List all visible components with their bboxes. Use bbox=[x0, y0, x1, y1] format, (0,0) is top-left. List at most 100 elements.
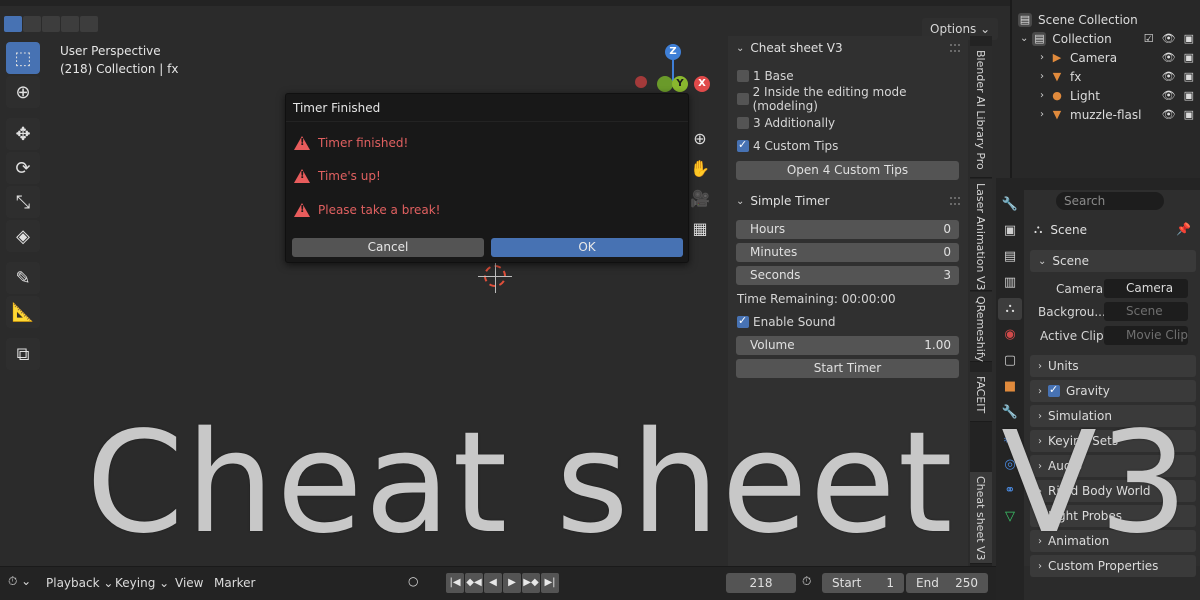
cheatsheet-option-custom-tips[interactable]: 4 Custom Tips bbox=[737, 137, 838, 155]
annotate-tool-icon[interactable]: ✎ bbox=[6, 262, 40, 294]
checkbox-checked-icon[interactable] bbox=[1048, 383, 1060, 397]
menu-playback[interactable]: Playback ⌄ bbox=[46, 576, 113, 590]
enable-sound-toggle[interactable]: Enable Sound bbox=[737, 313, 835, 331]
render-tab-icon[interactable]: ▣ bbox=[998, 220, 1022, 242]
render-camera-icon[interactable]: ▣ bbox=[1184, 89, 1194, 102]
tab-laser-animation[interactable]: Laser Animation V3 bbox=[970, 179, 992, 291]
checkbox-icon[interactable] bbox=[737, 117, 749, 129]
zoom-icon[interactable]: ⊕ bbox=[688, 126, 712, 152]
checkbox-icon[interactable] bbox=[737, 93, 749, 105]
rotate-tool-icon[interactable]: ⟳ bbox=[6, 152, 40, 184]
stopwatch-icon[interactable]: ⏱ bbox=[802, 574, 811, 589]
select-invert-icon[interactable] bbox=[61, 16, 79, 32]
end-frame-field[interactable]: End 250 bbox=[906, 573, 988, 593]
jump-start-icon[interactable]: |◀ bbox=[446, 573, 464, 593]
active-clip-label: Active Clip bbox=[1040, 329, 1104, 343]
select-intersect-icon[interactable] bbox=[80, 16, 98, 32]
collection-tab-icon[interactable]: ▢ bbox=[998, 350, 1022, 372]
render-camera-icon[interactable]: ▣ bbox=[1184, 108, 1194, 121]
volume-field[interactable]: Volume 1.00 bbox=[736, 336, 959, 355]
gizmo-z-axis[interactable]: Z bbox=[665, 44, 681, 60]
eye-icon[interactable]: 👁 bbox=[1162, 32, 1176, 45]
drag-handle-icon[interactable] bbox=[950, 44, 960, 52]
seconds-field[interactable]: Seconds 3 bbox=[736, 266, 959, 285]
checkbox-checked-icon[interactable] bbox=[737, 138, 749, 152]
tool-tab-icon[interactable]: 🔧 bbox=[998, 194, 1022, 216]
pan-hand-icon[interactable]: ✋ bbox=[688, 156, 712, 182]
select-extend-icon[interactable] bbox=[23, 16, 41, 32]
output-tab-icon[interactable]: ▤ bbox=[998, 246, 1022, 268]
gizmo-neg-x-axis[interactable] bbox=[657, 76, 673, 92]
select-box-icon[interactable] bbox=[4, 16, 22, 32]
start-frame-field[interactable]: Start 1 bbox=[822, 573, 904, 593]
grid-ortho-icon[interactable]: ▦ bbox=[688, 216, 712, 242]
camera-view-icon[interactable]: 🎥 bbox=[688, 186, 712, 212]
measure-tool-icon[interactable]: 📐 bbox=[6, 296, 40, 328]
camera-field[interactable]: Camera bbox=[1104, 279, 1188, 298]
prev-keyframe-icon[interactable]: ◆◀ bbox=[465, 573, 483, 593]
cheatsheet-panel-header[interactable]: ⌄ Cheat sheet V3 bbox=[736, 38, 843, 58]
eye-icon[interactable]: 👁 bbox=[1162, 51, 1176, 64]
play-icon[interactable]: ▶ bbox=[503, 573, 521, 593]
add-cube-tool-icon[interactable]: ⧉ bbox=[6, 338, 40, 370]
transform-tool-icon[interactable]: ◈ bbox=[6, 220, 40, 252]
outliner-item-camera[interactable]: › ▶ Camera 👁 ▣ bbox=[1012, 48, 1200, 67]
gizmo-neg-y-axis[interactable] bbox=[635, 76, 647, 88]
menu-keying[interactable]: Keying ⌄ bbox=[115, 576, 169, 590]
cheatsheet-option-editing[interactable]: 2 Inside the editing mode (modeling) bbox=[737, 85, 968, 113]
tab-qremeshify[interactable]: QRemeshify bbox=[970, 292, 992, 362]
gizmo-x-axis[interactable]: X bbox=[694, 76, 710, 92]
record-icon[interactable]: ○ bbox=[408, 574, 418, 588]
outliner-item-fx[interactable]: › ▼ fx 👁 ▣ bbox=[1012, 67, 1200, 86]
outliner-item-muzzle-flash[interactable]: › ▼ muzzle-flasl 👁 ▣ bbox=[1012, 105, 1200, 124]
cheatsheet-option-additionally[interactable]: 3 Additionally bbox=[737, 114, 835, 132]
jump-end-icon[interactable]: ▶| bbox=[541, 573, 559, 593]
move-tool-icon[interactable]: ✥ bbox=[6, 118, 40, 150]
select-subtract-icon[interactable] bbox=[42, 16, 60, 32]
outliner-scene-collection[interactable]: ▤ Scene Collection bbox=[1012, 10, 1200, 29]
render-camera-icon[interactable]: ▣ bbox=[1184, 70, 1194, 83]
eye-icon[interactable]: 👁 bbox=[1162, 108, 1176, 121]
section-units[interactable]: › Units bbox=[1030, 355, 1196, 377]
next-keyframe-icon[interactable]: ▶◆ bbox=[522, 573, 540, 593]
play-reverse-icon[interactable]: ◀ bbox=[484, 573, 502, 593]
ok-button[interactable]: OK bbox=[491, 238, 683, 257]
background-scene-field[interactable]: Scene bbox=[1104, 302, 1188, 321]
object-tab-icon[interactable]: ■ bbox=[998, 376, 1022, 398]
section-gravity[interactable]: ›Gravity bbox=[1030, 380, 1196, 402]
properties-search-input[interactable]: Search bbox=[1056, 192, 1164, 210]
drag-handle-icon[interactable] bbox=[950, 197, 960, 205]
outliner-collection[interactable]: ⌄ ▤ Collection ☑ 👁 ▣ bbox=[1012, 29, 1200, 48]
cursor-tool-icon[interactable]: ⊕ bbox=[6, 76, 40, 108]
outliner-item-light[interactable]: › ● Light 👁 ▣ bbox=[1012, 86, 1200, 105]
cancel-button[interactable]: Cancel bbox=[292, 238, 484, 257]
timeline-editor-icon[interactable]: ⏱ ⌄ bbox=[8, 574, 31, 589]
view-layer-tab-icon[interactable]: ▥ bbox=[998, 272, 1022, 294]
tab-blender-ai-library-pro[interactable]: Blender AI Library Pro bbox=[970, 46, 992, 178]
checkbox-icon[interactable]: ☑ bbox=[1144, 32, 1154, 45]
start-timer-button[interactable]: Start Timer bbox=[736, 359, 959, 378]
pin-icon[interactable]: 📌 bbox=[1176, 222, 1191, 236]
simple-timer-panel-header[interactable]: ⌄ Simple Timer bbox=[736, 191, 829, 211]
menu-marker[interactable]: Marker bbox=[214, 576, 255, 590]
hours-field[interactable]: Hours 0 bbox=[736, 220, 959, 239]
eye-icon[interactable]: 👁 bbox=[1162, 89, 1176, 102]
scale-tool-icon[interactable]: ⤡ bbox=[6, 186, 40, 218]
select-tool-icon[interactable]: ⬚ bbox=[6, 42, 40, 74]
minutes-field[interactable]: Minutes 0 bbox=[736, 243, 959, 262]
checkbox-icon[interactable] bbox=[737, 70, 749, 82]
eye-icon[interactable]: 👁 bbox=[1162, 70, 1176, 83]
current-frame-field[interactable]: 218 bbox=[726, 573, 796, 593]
scene-tab-icon[interactable]: ⛬ bbox=[998, 298, 1022, 320]
cheatsheet-option-base[interactable]: 1 Base bbox=[737, 67, 794, 85]
section-scene[interactable]: ⌄ Scene bbox=[1030, 250, 1196, 272]
render-camera-icon[interactable]: ▣ bbox=[1184, 32, 1194, 45]
render-camera-icon[interactable]: ▣ bbox=[1184, 51, 1194, 64]
active-clip-field[interactable]: Movie Clip bbox=[1104, 326, 1188, 345]
warning-icon bbox=[294, 169, 310, 183]
menu-view[interactable]: View bbox=[175, 576, 203, 590]
gizmo-y-axis[interactable]: Y bbox=[672, 76, 688, 92]
checkbox-checked-icon[interactable] bbox=[737, 314, 749, 328]
world-tab-icon[interactable]: ◉ bbox=[998, 324, 1022, 346]
open-custom-tips-button[interactable]: Open 4 Custom Tips bbox=[736, 161, 959, 180]
